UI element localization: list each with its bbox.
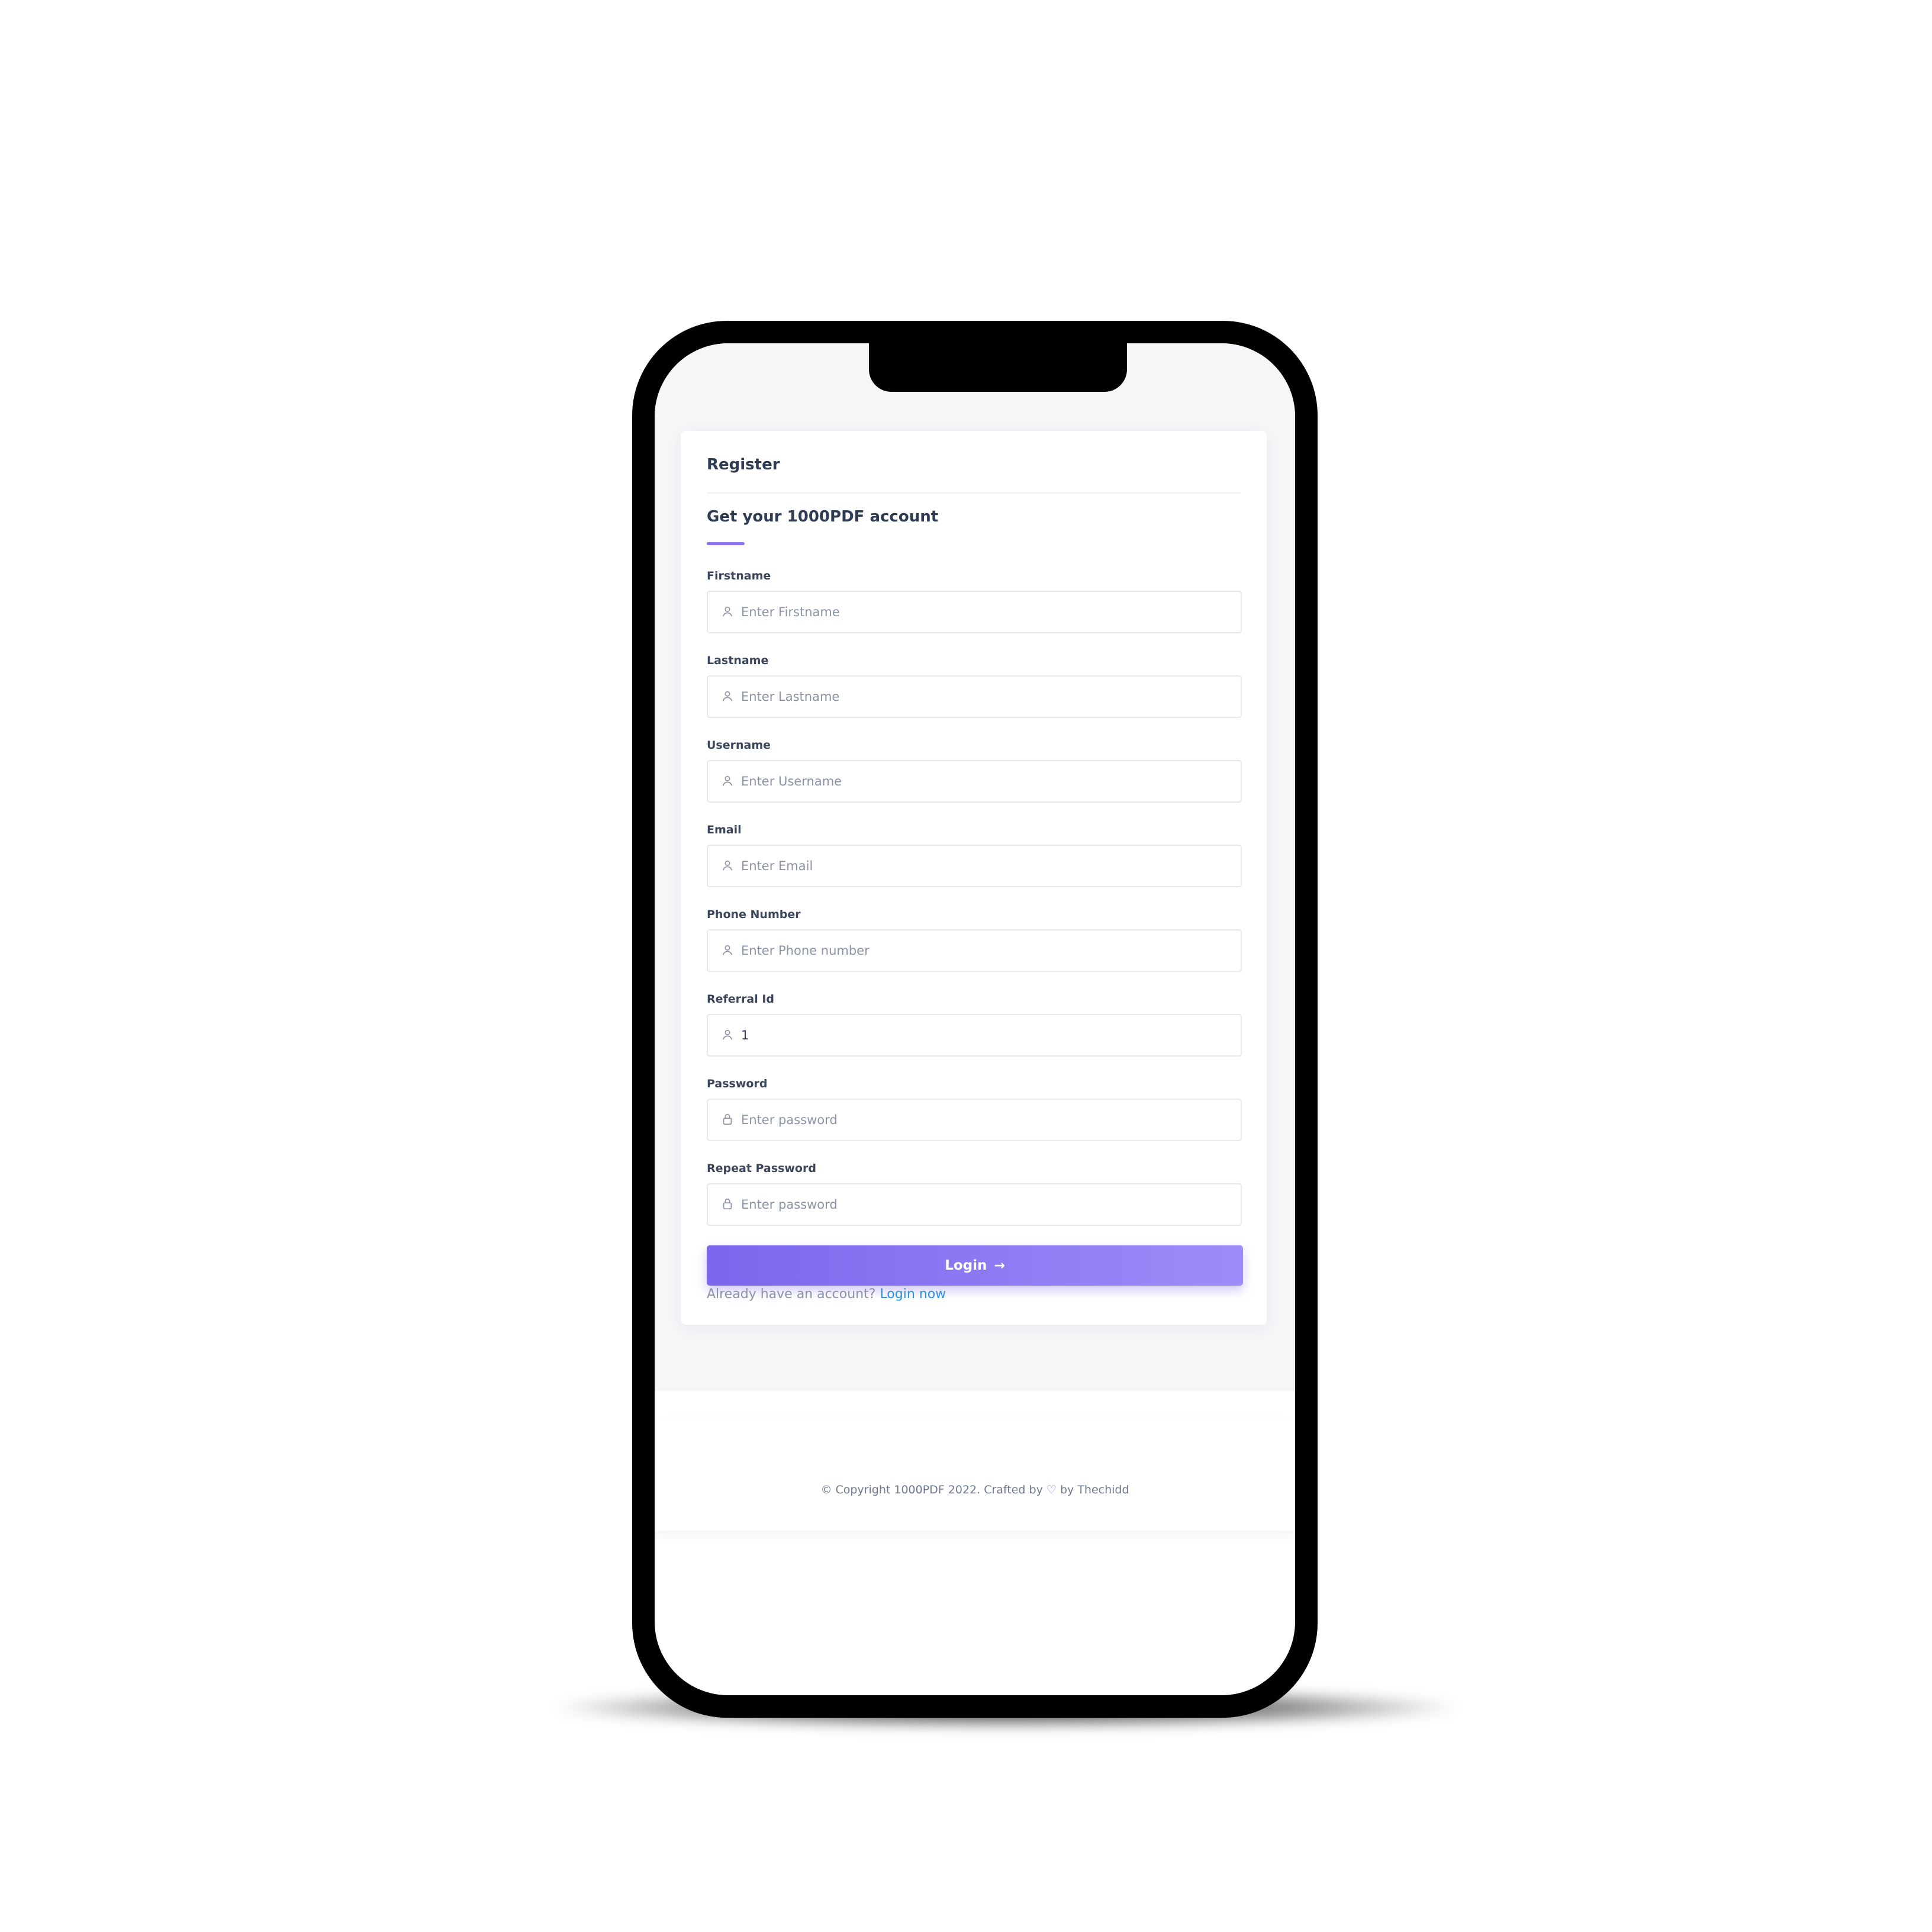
- arrow-right-icon: →: [994, 1258, 1005, 1273]
- phone-number-field: Phone Number: [707, 907, 1242, 991]
- referral-id-field: Referral Id: [707, 991, 1242, 1076]
- username-input-wrapper: [707, 760, 1242, 803]
- lastname-input-wrapper: [707, 675, 1242, 718]
- email-label: Email: [707, 823, 742, 836]
- user-icon: [722, 775, 733, 786]
- user-icon: [722, 1029, 733, 1040]
- form-subtitle: Get your 1000PDF account: [707, 508, 939, 526]
- email-input-wrapper: [707, 845, 1242, 887]
- phone-number-input[interactable]: [741, 930, 1235, 971]
- lastname-label: Lastname: [707, 654, 769, 667]
- firstname-label: Firstname: [707, 569, 771, 582]
- password-field: Password: [707, 1076, 1242, 1161]
- firstname-input[interactable]: [741, 592, 1235, 632]
- email-field: Email: [707, 822, 1242, 907]
- card-title: Register: [707, 456, 780, 474]
- copyright-suffix: by Thechidd: [1060, 1483, 1129, 1496]
- username-label: Username: [707, 739, 771, 752]
- repeat-password-field: Repeat Password: [707, 1161, 1242, 1245]
- copyright-text: © Copyright 1000PDF 2022. Crafted by ♡ b…: [655, 1483, 1295, 1496]
- phone-frame: Register Get your 1000PDF account Firstn…: [632, 321, 1318, 1718]
- footer: © Copyright 1000PDF 2022. Crafted by ♡ b…: [655, 1418, 1295, 1531]
- login-now-link[interactable]: Login now: [880, 1287, 946, 1302]
- signin-prompt-text: Already have an account?: [707, 1287, 876, 1302]
- phone-screen: Register Get your 1000PDF account Firstn…: [655, 343, 1295, 1695]
- card-header: Register: [707, 431, 1241, 494]
- email-input[interactable]: [741, 846, 1235, 886]
- user-icon: [722, 860, 733, 871]
- repeat-password-input-wrapper: [707, 1183, 1242, 1226]
- phone-notch: [869, 343, 1127, 392]
- password-label: Password: [707, 1077, 768, 1090]
- repeat-password-input[interactable]: [741, 1184, 1235, 1225]
- lock-icon: [723, 1113, 732, 1125]
- username-input[interactable]: [741, 761, 1235, 801]
- lock-icon: [723, 1198, 732, 1210]
- login-button[interactable]: Login →: [707, 1245, 1243, 1286]
- referral-id-input-wrapper: [707, 1014, 1242, 1057]
- phone-number-input-wrapper: [707, 929, 1242, 972]
- password-input-wrapper: [707, 1099, 1242, 1141]
- firstname-input-wrapper: [707, 591, 1242, 633]
- phone-number-label: Phone Number: [707, 908, 801, 921]
- signin-prompt-row: Already have an account? Login now: [707, 1287, 946, 1302]
- heart-icon: ♡: [1046, 1483, 1057, 1496]
- lastname-input[interactable]: [741, 677, 1235, 717]
- register-card: Register Get your 1000PDF account Firstn…: [681, 431, 1267, 1325]
- register-form: Firstname Lastname Username: [707, 568, 1242, 1245]
- lastname-field: Lastname: [707, 653, 1242, 738]
- repeat-password-label: Repeat Password: [707, 1162, 816, 1175]
- firstname-field: Firstname: [707, 568, 1242, 653]
- user-icon: [722, 691, 733, 701]
- subtitle-underline: [707, 542, 745, 545]
- password-input[interactable]: [741, 1100, 1235, 1140]
- copyright-prefix: © Copyright 1000PDF 2022. Crafted by: [820, 1483, 1043, 1496]
- referral-id-input[interactable]: [741, 1015, 1235, 1055]
- user-icon: [722, 945, 733, 955]
- user-icon: [722, 606, 733, 617]
- login-button-label: Login: [945, 1258, 987, 1273]
- username-field: Username: [707, 738, 1242, 822]
- referral-id-label: Referral Id: [707, 993, 775, 1006]
